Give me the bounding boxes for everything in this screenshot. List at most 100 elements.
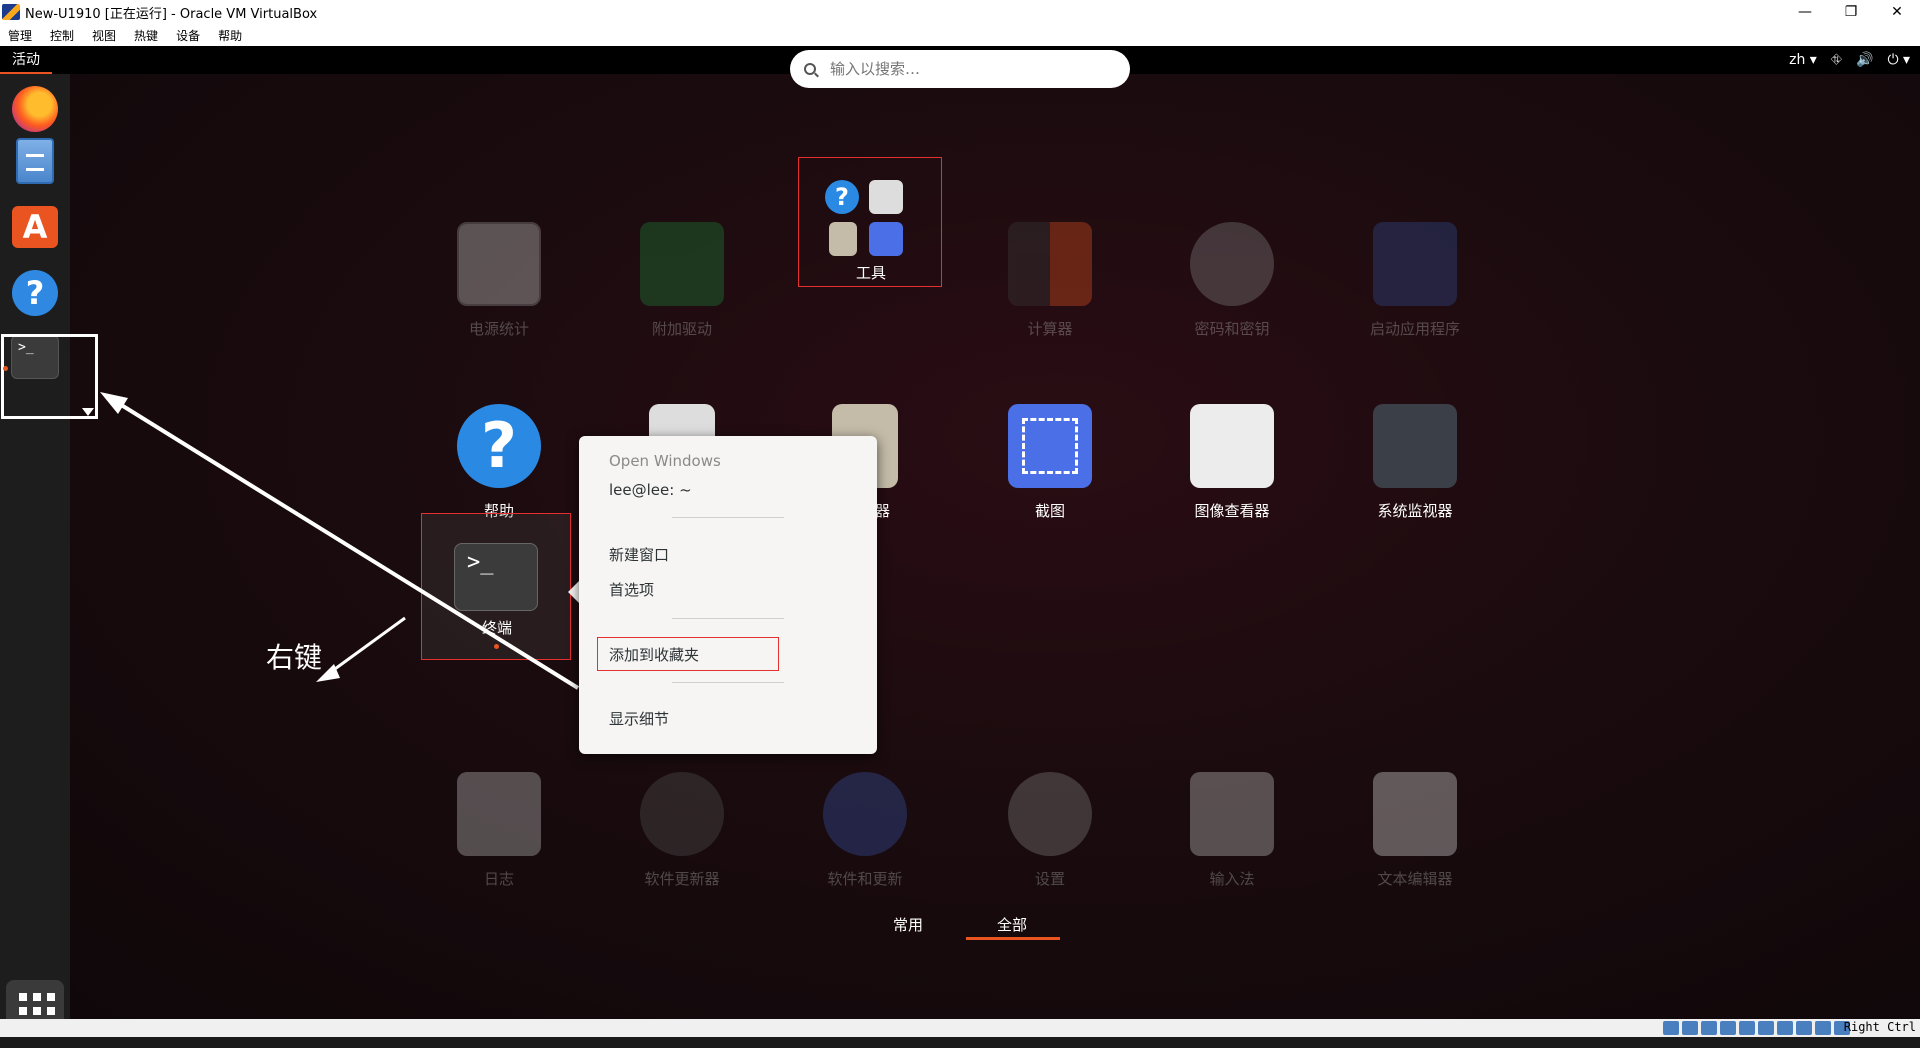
- menu-item-window[interactable]: lee@lee: ~: [609, 481, 692, 499]
- system-tray: zh ▾ ⛗ 🔊 ⏻ ▾: [1775, 46, 1910, 74]
- gear-icon: [1008, 772, 1092, 856]
- minimize-button[interactable]: —: [1782, 0, 1828, 24]
- dock: A ? >_: [0, 74, 70, 1019]
- power-statistics-icon: [457, 222, 541, 306]
- context-menu: Open Windows lee@lee: ~ 新建窗口 首选项 添加到收藏夹 …: [579, 436, 877, 754]
- annotation-dock-highlight: [1, 334, 98, 419]
- app-calculator[interactable]: 计算器: [970, 222, 1130, 342]
- firefox-icon: [12, 86, 58, 132]
- app-power-statistics[interactable]: 电源统计: [419, 222, 579, 342]
- system-monitor-icon: [1373, 404, 1457, 488]
- menu-separator: [672, 682, 784, 683]
- menu-view[interactable]: 视图: [92, 27, 116, 44]
- menu-manage[interactable]: 管理: [8, 27, 32, 44]
- context-menu-pointer: [568, 581, 579, 603]
- volume-icon[interactable]: 🔊: [1856, 52, 1873, 68]
- usb-status-icon[interactable]: [1739, 1021, 1755, 1035]
- tools-label: 工具: [855, 264, 886, 282]
- vbox-menubar: 管理 控制 视图 热键 设备 帮助: [0, 24, 1920, 46]
- cpu-status-icon[interactable]: [1815, 1021, 1831, 1035]
- virtualbox-app-icon: [2, 4, 20, 20]
- app-passwords-keys[interactable]: 密码和密钥: [1152, 222, 1312, 342]
- help-icon: ?: [12, 270, 58, 316]
- annotation-right-click: 右键: [266, 641, 323, 674]
- search-icon: [804, 63, 816, 75]
- app-folder-tools[interactable]: ? 工具: [798, 157, 942, 287]
- audio-status-icon[interactable]: [1701, 1021, 1717, 1035]
- network-icon[interactable]: ⛗: [1831, 52, 1842, 68]
- app-text-editor[interactable]: 文本编辑器: [1335, 772, 1495, 892]
- restore-button[interactable]: ❐: [1828, 0, 1874, 24]
- host-taskbar-strip: [0, 1037, 1920, 1048]
- menu-control[interactable]: 控制: [50, 27, 74, 44]
- menu-devices[interactable]: 设备: [176, 27, 200, 44]
- network-status-icon[interactable]: [1720, 1021, 1736, 1035]
- app-system-monitor[interactable]: 系统监视器: [1335, 404, 1495, 524]
- files-icon: [16, 138, 54, 184]
- app-help[interactable]: ? 帮助: [419, 404, 579, 524]
- app-screenshot[interactable]: 截图: [970, 404, 1130, 524]
- close-button[interactable]: ✕: [1874, 0, 1920, 24]
- show-applications-button[interactable]: [6, 980, 64, 1019]
- chip-icon: [640, 222, 724, 306]
- disk-icon: [869, 180, 903, 214]
- search-input[interactable]: [830, 60, 1090, 78]
- recording-status-icon[interactable]: [1796, 1021, 1812, 1035]
- power-icon[interactable]: ⏻ ▾: [1887, 52, 1910, 68]
- app-logs[interactable]: 日志: [419, 772, 579, 892]
- optical-status-icon[interactable]: [1682, 1021, 1698, 1035]
- tab-frequent[interactable]: 常用: [893, 914, 923, 935]
- dock-files[interactable]: [10, 136, 60, 186]
- dock-overflow-indicator: [82, 408, 94, 416]
- disk-status-icon[interactable]: [1663, 1021, 1679, 1035]
- menu-item-preferences[interactable]: 首选项: [609, 579, 654, 600]
- window-title: New-U1910 [正在运行] - Oracle VM VirtualBox: [25, 6, 318, 22]
- menu-hotkeys[interactable]: 热键: [134, 27, 158, 44]
- language-indicator[interactable]: zh ▾: [1789, 52, 1817, 68]
- calculator-icon: [1008, 222, 1092, 306]
- image-viewer-icon: [1190, 404, 1274, 488]
- window-controls: — ❐ ✕: [1782, 0, 1920, 24]
- vbox-titlebar: New-U1910 [正在运行] - Oracle VM VirtualBox …: [0, 0, 1920, 24]
- host-key-label: Right Ctrl: [1843, 1020, 1916, 1034]
- screenshot-icon: [1008, 404, 1092, 488]
- tab-all[interactable]: 全部: [997, 914, 1027, 935]
- screenshot-icon: [869, 222, 903, 256]
- menu-separator: [672, 517, 784, 518]
- dock-software[interactable]: A: [10, 202, 60, 252]
- device-status-icons: [1660, 1021, 1850, 1035]
- menu-item-show-details[interactable]: 显示细节: [609, 708, 669, 729]
- app-input-method[interactable]: 输入法: [1152, 772, 1312, 892]
- help-icon: ?: [825, 180, 859, 214]
- app-software-updater[interactable]: 软件更新器: [602, 772, 762, 892]
- terminal-icon: >_: [454, 543, 538, 611]
- archive-icon: [829, 222, 857, 256]
- logs-icon: [457, 772, 541, 856]
- menu-item-new-window[interactable]: 新建窗口: [609, 544, 669, 565]
- text-editor-icon: [1373, 772, 1457, 856]
- app-terminal[interactable]: >_ 终端: [421, 513, 571, 660]
- app-additional-drivers[interactable]: 附加驱动: [602, 222, 762, 342]
- menu-item-add-to-favorites[interactable]: 添加到收藏夹: [609, 644, 699, 665]
- software-updates-icon: [823, 772, 907, 856]
- running-indicator: [3, 366, 8, 371]
- dock-help[interactable]: ?: [10, 268, 60, 318]
- display-status-icon[interactable]: [1777, 1021, 1793, 1035]
- menu-header-open-windows: Open Windows: [609, 452, 721, 470]
- app-image-viewer[interactable]: 图像查看器: [1152, 404, 1312, 524]
- software-store-icon: A: [12, 206, 58, 248]
- app-settings[interactable]: 设置: [970, 772, 1130, 892]
- app-software-updates[interactable]: 软件和更新: [785, 772, 945, 892]
- keyboard-icon: [1190, 772, 1274, 856]
- menu-help[interactable]: 帮助: [218, 27, 242, 44]
- guest-screen: 活动 12月21日 星期六，17：39 zh ▾ ⛗ 🔊 ⏻ ▾ A ? >_: [0, 46, 1920, 1019]
- app-startup-applications[interactable]: 启动应用程序: [1335, 222, 1495, 342]
- dock-firefox[interactable]: [10, 84, 60, 134]
- running-indicator: [494, 644, 499, 649]
- updater-icon: [640, 772, 724, 856]
- search-box[interactable]: [790, 50, 1130, 88]
- keyring-icon: [1190, 222, 1274, 306]
- shared-folder-status-icon[interactable]: [1758, 1021, 1774, 1035]
- active-tab-indicator: [966, 937, 1060, 940]
- menu-separator: [672, 618, 784, 619]
